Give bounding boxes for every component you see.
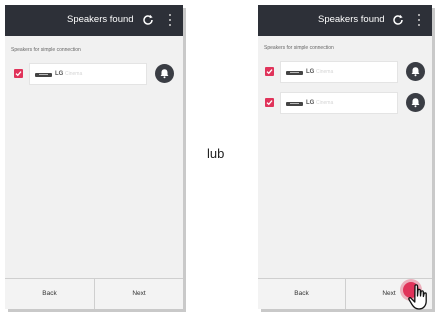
speaker-row: LG Cinema xyxy=(14,63,176,85)
header-title: Speakers found xyxy=(67,14,134,25)
speaker-name-field[interactable]: LG Cinema xyxy=(280,61,398,83)
speaker-brand: LG xyxy=(306,100,315,106)
header-title: Speakers found xyxy=(318,14,385,25)
bell-icon[interactable] xyxy=(406,62,425,81)
speaker-row: LG Cinema xyxy=(265,61,427,83)
next-button[interactable]: Next xyxy=(95,279,183,309)
more-vert-icon[interactable] xyxy=(168,14,172,27)
header-bar: Speakers found xyxy=(258,5,432,36)
bell-icon[interactable] xyxy=(155,64,174,83)
speaker-device-icon xyxy=(286,71,303,75)
bell-icon[interactable] xyxy=(406,93,425,112)
speaker-name-suffix: Cinema xyxy=(65,71,83,77)
speaker-row: LG Cinema xyxy=(265,92,427,114)
bottom-button-bar: Back Next xyxy=(5,278,183,309)
speaker-name-field[interactable]: LG Cinema xyxy=(29,63,147,85)
speaker-name-field[interactable]: LG Cinema xyxy=(280,92,398,114)
section-label: Speakers for simple connection xyxy=(264,45,334,51)
tap-hand-icon xyxy=(408,284,427,310)
refresh-icon[interactable] xyxy=(141,13,155,27)
more-vert-icon[interactable] xyxy=(417,14,421,27)
header-bar: Speakers found xyxy=(5,5,183,36)
checkbox-checked-icon[interactable] xyxy=(265,67,274,76)
refresh-icon[interactable] xyxy=(391,13,405,27)
back-button[interactable]: Back xyxy=(5,279,94,309)
left-screen: Speakers found Speakers for simple conne… xyxy=(5,5,183,309)
speaker-name-suffix: Cinema xyxy=(316,69,334,75)
speaker-name-suffix: Cinema xyxy=(316,100,334,106)
right-screen: Speakers found Speakers for simple conne… xyxy=(258,5,432,309)
speaker-device-icon xyxy=(286,102,303,106)
speaker-device-icon xyxy=(35,73,52,77)
section-label: Speakers for simple connection xyxy=(11,47,81,53)
separator-text: lub xyxy=(207,146,225,161)
checkbox-checked-icon[interactable] xyxy=(14,69,23,78)
back-button[interactable]: Back xyxy=(258,279,345,309)
speaker-brand: LG xyxy=(55,71,64,77)
speaker-brand: LG xyxy=(306,69,315,75)
checkbox-checked-icon[interactable] xyxy=(265,98,274,107)
